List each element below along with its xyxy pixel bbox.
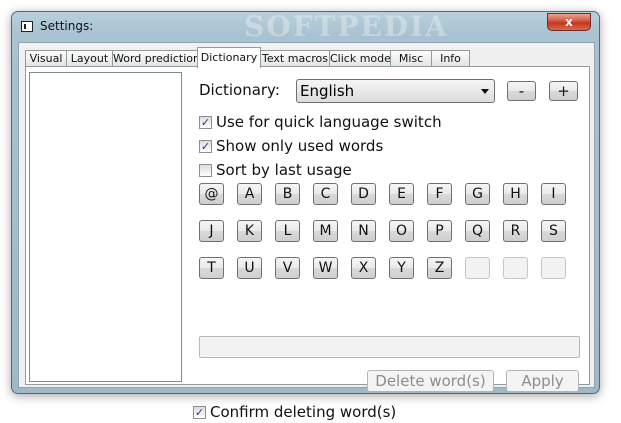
letter-button-p[interactable]: P (427, 220, 452, 242)
quick-switch-checkbox[interactable]: ✓ (199, 116, 212, 129)
letter-button-d[interactable]: D (351, 183, 376, 205)
letter-button-at[interactable]: @ (199, 183, 224, 205)
letter-button-y[interactable]: Y (389, 257, 414, 279)
watermark-text: SOFTPEDIA (244, 10, 449, 43)
tab-label: Info (440, 52, 461, 65)
letter-button-l[interactable]: L (275, 220, 300, 242)
add-dictionary-button[interactable]: + (549, 81, 578, 101)
letter-button-b[interactable]: B (275, 183, 300, 205)
letter-button-empty[interactable] (503, 257, 528, 279)
letter-button-j[interactable]: J (199, 220, 224, 242)
tab-word-prediction[interactable]: Word prediction (112, 50, 200, 67)
only-used-checkbox[interactable]: ✓ (199, 140, 212, 153)
letter-button-e[interactable]: E (389, 183, 414, 205)
delete-words-button[interactable]: Delete word(s) (367, 370, 494, 392)
tab-label: Click mode (330, 52, 391, 65)
client-area: Visual Layout Word prediction Dictionary… (18, 42, 595, 421)
letter-button-n[interactable]: N (351, 220, 376, 242)
tab-visual[interactable]: Visual (25, 50, 67, 67)
letter-button-empty[interactable] (541, 257, 566, 279)
close-button[interactable]: x (547, 13, 591, 31)
remove-dictionary-button[interactable]: - (507, 81, 536, 101)
letter-button-w[interactable]: W (313, 257, 338, 279)
letter-button-q[interactable]: Q (465, 220, 490, 242)
letter-button-h[interactable]: H (503, 183, 528, 205)
app-icon (21, 21, 33, 32)
confirm-delete-label: Confirm deleting word(s) (210, 403, 397, 421)
tab-label: Layout (70, 52, 109, 65)
tab-info[interactable]: Info (431, 50, 470, 67)
letter-button-o[interactable]: O (389, 220, 414, 242)
title-bar[interactable]: Settings: SOFTPEDIA x (12, 10, 599, 43)
confirm-delete-checkbox[interactable]: ✓ (193, 406, 206, 419)
tab-label: Misc (398, 52, 424, 65)
letter-button-m[interactable]: M (313, 220, 338, 242)
chevron-down-icon (481, 89, 489, 94)
tab-label: Dictionary (200, 51, 258, 64)
apply-button[interactable]: Apply (506, 370, 579, 392)
tab-dictionary[interactable]: Dictionary (197, 47, 261, 68)
word-input[interactable] (199, 336, 580, 358)
dictionary-select-value: English (300, 82, 355, 100)
letter-button-x[interactable]: X (351, 257, 376, 279)
tab-click-mode[interactable]: Click mode (329, 50, 391, 67)
letter-button-c[interactable]: C (313, 183, 338, 205)
word-list[interactable] (29, 72, 182, 382)
letter-button-i[interactable]: I (541, 183, 566, 205)
window-title: Settings: (40, 19, 94, 33)
letter-button-t[interactable]: T (199, 257, 224, 279)
settings-window: Settings: SOFTPEDIA x Visual Layout Word… (11, 10, 600, 421)
quick-switch-label: Use for quick language switch (216, 113, 442, 131)
tab-misc[interactable]: Misc (390, 50, 432, 67)
letter-button-f[interactable]: F (427, 183, 452, 205)
tab-label: Word prediction (113, 52, 200, 65)
letter-button-g[interactable]: G (465, 183, 490, 205)
letter-button-v[interactable]: V (275, 257, 300, 279)
dictionary-label: Dictionary: (199, 81, 280, 99)
letter-button-r[interactable]: R (503, 220, 528, 242)
dictionary-panel: Dictionary: English - + ✓ Use for quick … (25, 66, 590, 421)
dictionary-select[interactable]: English (296, 79, 495, 103)
tab-text-macros[interactable]: Text macros (260, 50, 330, 67)
letter-button-u[interactable]: U (237, 257, 262, 279)
close-icon: x (565, 15, 573, 29)
tab-label: Text macros (262, 52, 328, 65)
tab-label: Visual (29, 52, 63, 65)
letter-button-empty[interactable] (465, 257, 490, 279)
only-used-label: Show only used words (216, 137, 384, 155)
sort-last-checkbox[interactable] (199, 164, 212, 177)
letter-button-z[interactable]: Z (427, 257, 452, 279)
letter-button-k[interactable]: K (237, 220, 262, 242)
letter-button-a[interactable]: A (237, 183, 262, 205)
sort-last-label: Sort by last usage (216, 161, 352, 179)
tab-layout[interactable]: Layout (66, 50, 113, 67)
letter-button-s[interactable]: S (541, 220, 566, 242)
